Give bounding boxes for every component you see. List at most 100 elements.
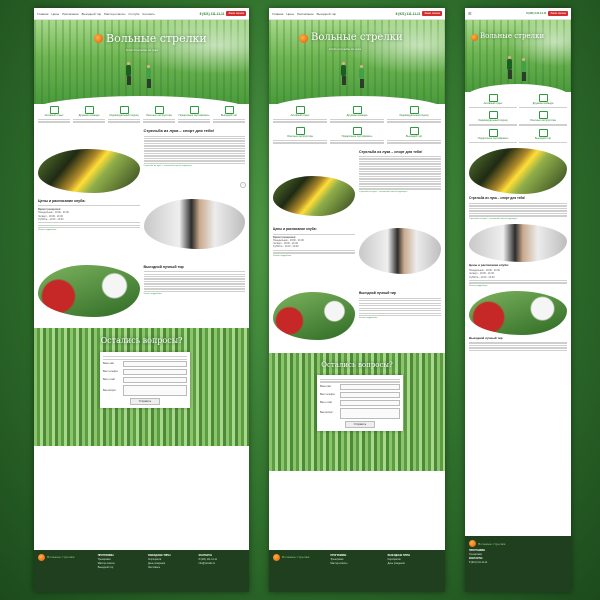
callback-button[interactable]: Заказ звонка — [226, 11, 246, 16]
footer-link[interactable]: Фестиваль — [148, 566, 194, 570]
nav-item-contacts[interactable]: Контакты — [143, 12, 156, 16]
nav-item-schedule[interactable]: Расписание — [62, 12, 79, 16]
target-icon — [224, 106, 234, 114]
indoor-archer-photo — [143, 198, 245, 249]
email-input[interactable] — [339, 399, 400, 406]
phone-number[interactable]: 8 (921) 111-11-11 — [526, 12, 546, 15]
contact-form-section: Остались вопросы? Ваше имя: Ваш телефон:… — [34, 327, 249, 446]
nav-item-home[interactable]: Главная — [272, 12, 283, 16]
field-section: Выездной лучный тир Узнать подробнее — [269, 289, 445, 353]
nav-item-masterclass[interactable]: Мастер-классы — [104, 12, 125, 16]
archer-figure — [521, 58, 526, 81]
field-section: Выездной лучный тир Узнать подробнее — [34, 262, 249, 328]
footer-link[interactable]: Мастер-классы — [330, 562, 383, 566]
prices-link[interactable]: Узнать подробнее — [273, 255, 355, 257]
name-input[interactable] — [123, 361, 187, 368]
nav-item-about[interactable]: О клубе — [128, 12, 139, 16]
feature-item: Выездной тир — [519, 128, 567, 144]
nav-item-schedule[interactable]: Расписание — [297, 12, 314, 16]
footer-email[interactable]: info@vstrelki.ru — [199, 562, 245, 566]
phone-input[interactable] — [339, 391, 400, 398]
hero-banner: Вольные стрелки Клуб стрельбы из лука — [34, 20, 249, 104]
about-section: Стрельба из лука – спорт для тебя! Стрел… — [465, 146, 571, 222]
schedule-item: Суббота - 11:00 - 13:00 — [469, 275, 495, 279]
nav-item-field[interactable]: Выездной тир — [82, 12, 101, 16]
archer-icon — [154, 106, 164, 114]
field-link[interactable]: Узнать подробнее — [359, 317, 441, 319]
callback-button[interactable]: Заказ звонка — [422, 11, 442, 16]
menu-icon[interactable]: ☰ — [468, 11, 472, 16]
bow-photo — [38, 148, 140, 193]
top-navigation-bar: Главная Цены Расписание Выездной тир 8 (… — [269, 8, 445, 20]
submit-button[interactable]: Отправить — [129, 398, 161, 406]
prices-link[interactable]: Узнать подробнее — [469, 285, 567, 287]
outdoor-archers-photo — [469, 290, 567, 335]
callback-button[interactable]: Заказ звонка — [548, 11, 568, 16]
feature-item: Активный отдых — [469, 94, 517, 109]
about-title: Стрельба из лука – спорт для тебя! — [143, 127, 215, 133]
about-title: Стрельба из лука – спорт для тебя! — [359, 149, 423, 154]
prices-title: Цены и расписание клуба: — [273, 226, 317, 231]
logo-icon — [94, 34, 103, 43]
question-textarea[interactable] — [123, 385, 187, 397]
top-navigation-bar: ☰ 8 (921) 111-11-11 Заказ звонка — [465, 8, 571, 20]
about-title: Стрельба из лука – спорт для тебя! — [469, 196, 526, 201]
footer-link[interactable]: Выездной тир — [98, 566, 144, 570]
phone-number[interactable]: 8 (921) 111-11-11 — [396, 12, 421, 16]
question-textarea[interactable] — [339, 407, 400, 419]
archer-figure — [359, 65, 364, 88]
prices-section: Цены и расписание клуба: Понедельник - 1… — [465, 222, 571, 289]
field-link[interactable]: Узнать подробнее — [144, 293, 246, 295]
indoor-archer-photo — [469, 223, 567, 262]
about-link[interactable]: Стрельба из лука – отличный способ отдох… — [144, 165, 246, 167]
gift-icon — [189, 106, 199, 114]
form-title: Остались вопросы? — [100, 335, 183, 345]
prices-title: Цены и расписание клуба: — [469, 262, 509, 267]
person-icon — [409, 106, 419, 114]
field-title: Выездной лучный тир — [359, 290, 396, 295]
logo-icon — [469, 540, 476, 547]
tablet-page-preview: Главная Цены Расписание Выездной тир 8 (… — [269, 8, 445, 592]
archer-figure — [341, 62, 346, 85]
about-link[interactable]: Стрельба из лука – отличный способ отдох… — [359, 191, 441, 193]
archer-figure — [146, 65, 151, 88]
site-footer: Вольные стрелки ПРОГРАММЫ Тренировки КОН… — [465, 536, 571, 592]
feature-item: Подарочные сертификаты — [469, 128, 517, 144]
bow-photo — [273, 175, 355, 216]
phone-input[interactable] — [123, 369, 187, 376]
about-section: Стрельба из лука – спорт для тебя! Стрел… — [34, 126, 249, 196]
chevron-right-icon[interactable]: › — [240, 182, 246, 188]
phone-number[interactable]: 8 (921) 111-11-11 — [200, 12, 225, 16]
nav-item-prices[interactable]: Цены — [286, 12, 294, 16]
footer-phone[interactable]: 8 (921) 111-11-11 — [469, 561, 567, 565]
feature-item: Индивидуальный подход — [469, 111, 517, 126]
group-icon — [84, 106, 94, 114]
footer-brand: Вольные стрелки — [282, 555, 310, 560]
email-input[interactable] — [123, 377, 187, 384]
nav-item-prices[interactable]: Цены — [51, 12, 59, 16]
archer-icon — [538, 111, 548, 120]
feature-item: Активный отдых — [38, 106, 70, 124]
feature-item: Дружная команда — [73, 106, 105, 124]
form-title: Остались вопросы? — [321, 360, 393, 369]
feature-item: Индивидуальный подход — [108, 106, 140, 124]
name-input[interactable] — [339, 383, 400, 390]
feature-item: Выездной тир — [213, 106, 245, 124]
nav-item-home[interactable]: Главная — [37, 12, 48, 16]
archer-figure — [507, 56, 512, 79]
gift-icon — [352, 126, 362, 135]
site-footer: Вольные стрелки ПРОГРАММЫ Тренировки Мас… — [269, 550, 445, 592]
heart-icon — [295, 106, 305, 114]
nav-item-field[interactable]: Выездной тир — [317, 12, 336, 16]
about-link[interactable]: Стрельба из лука – отличный способ отдох… — [469, 218, 567, 220]
feature-item: Выездной тир — [387, 126, 441, 145]
submit-button[interactable]: Отправить — [345, 420, 375, 428]
target-icon — [538, 128, 548, 137]
footer-link[interactable]: День рождения — [388, 562, 441, 566]
features-grid: Активный отдых Дружная команда Индивидуа… — [465, 92, 571, 146]
archer-icon — [295, 126, 305, 135]
hero-banner: Вольные стрелки Клуб стрельбы из лука — [269, 20, 445, 104]
logo-icon — [299, 34, 308, 43]
desktop-page-preview: Главная Цены Расписание Выездной тир Мас… — [34, 8, 249, 592]
prices-link[interactable]: Узнать подробнее — [38, 229, 140, 231]
